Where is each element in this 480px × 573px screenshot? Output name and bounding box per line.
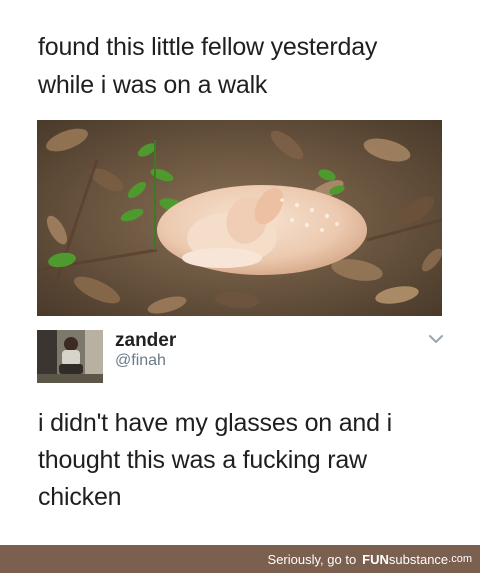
- display-name[interactable]: zander: [115, 330, 176, 352]
- post-caption-line: found this little fellow yesterday: [38, 33, 378, 61]
- watermark-footer[interactable]: Seriously, go to FUN substance .com: [0, 545, 480, 573]
- tweet-text-line: thought this was a fucking raw: [38, 446, 367, 474]
- fawn-photo: [37, 120, 442, 316]
- post-caption: found this little fellow yesterday while…: [38, 28, 458, 104]
- tweet-text-line: chicken: [38, 483, 122, 511]
- footer-brand-tld: .com: [448, 553, 472, 565]
- footer-prefix: Seriously, go to: [267, 551, 357, 567]
- user-handle[interactable]: @finah: [115, 352, 166, 370]
- chevron-down-icon[interactable]: [427, 332, 445, 346]
- footer-brand-sub: substance: [388, 551, 449, 567]
- avatar[interactable]: [37, 330, 103, 383]
- tweet-text: i didn't have my glasses on and i though…: [38, 405, 458, 516]
- tweet-header: zander @finah: [37, 330, 447, 384]
- tweet-text-line: i didn't have my glasses on and i: [38, 409, 392, 437]
- footer-brand-fun: FUN: [362, 551, 389, 567]
- post-caption-line: while i was on a walk: [38, 71, 268, 99]
